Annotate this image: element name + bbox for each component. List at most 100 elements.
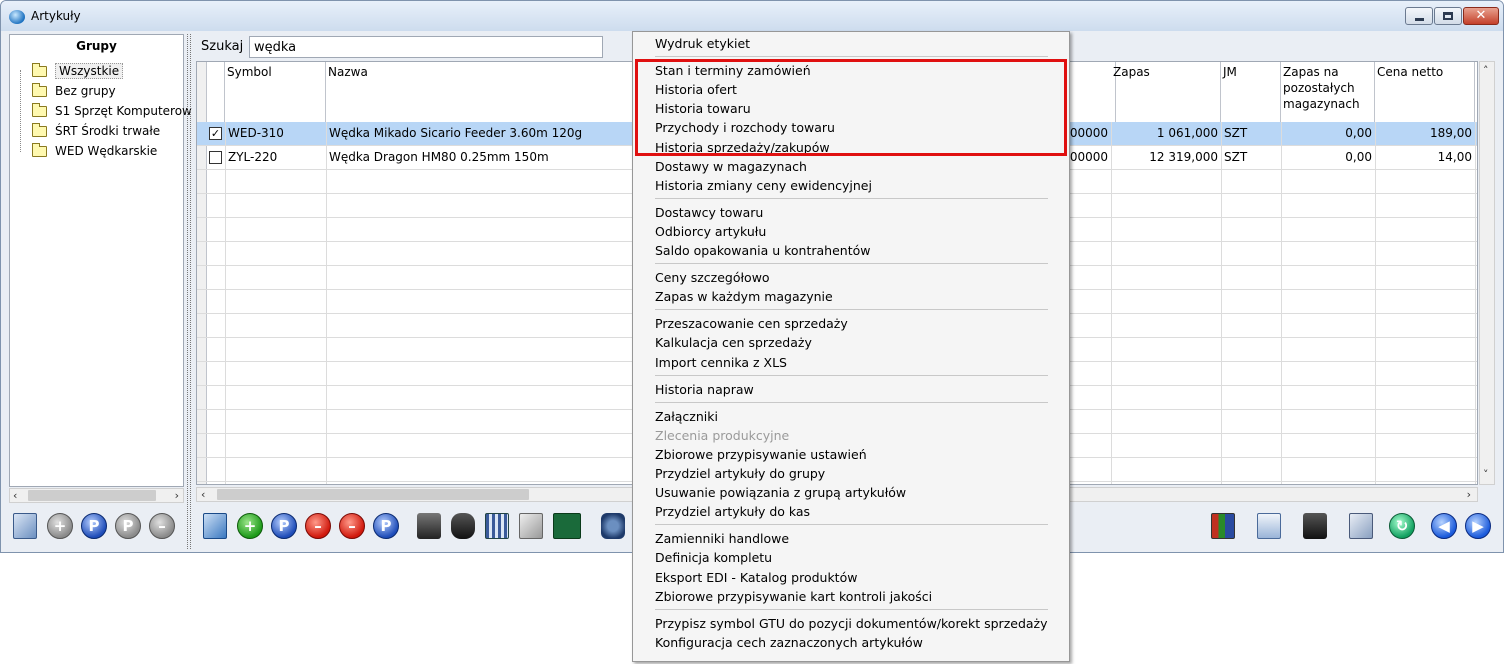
menu-item[interactable]: Dostawy w magazynach: [655, 157, 807, 176]
refresh-icon[interactable]: ↻: [1389, 513, 1415, 539]
scroll-right-icon[interactable]: ›: [1467, 488, 1471, 501]
menu-item[interactable]: Wydruk etykiet: [655, 34, 750, 53]
save-icon[interactable]: [1303, 513, 1327, 539]
next-icon[interactable]: ▶: [1465, 513, 1491, 539]
find-icon[interactable]: P: [81, 513, 107, 539]
menu-item[interactable]: Przypisz symbol GTU do pozycji dokumentó…: [655, 614, 1048, 633]
scroll-left-icon[interactable]: ‹: [13, 489, 17, 502]
scroll-up-icon[interactable]: ˄: [1483, 64, 1489, 77]
folder-icon: [32, 122, 47, 137]
menu-item[interactable]: Historia napraw: [655, 380, 754, 399]
refresh-list-icon[interactable]: [13, 513, 37, 539]
prev-icon[interactable]: ◀: [1431, 513, 1457, 539]
menu-separator: [655, 401, 1048, 403]
menu-item[interactable]: Import cennika z XLS: [655, 353, 787, 372]
add-icon[interactable]: +: [47, 513, 73, 539]
menu-item[interactable]: Dostawcy towaru: [655, 203, 763, 222]
copy-icon[interactable]: [1349, 513, 1373, 539]
menu-item[interactable]: Historia zmiany ceny ewidencyjnej: [655, 176, 872, 195]
chart-icon[interactable]: [1211, 513, 1235, 539]
folder-icon: [32, 82, 47, 97]
col-divider: [1221, 122, 1222, 484]
menu-item[interactable]: Stan i terminy zamówień: [655, 61, 811, 80]
col-divider: [1281, 122, 1282, 484]
filter-icon[interactable]: [519, 513, 543, 539]
menu-item[interactable]: Historia ofert: [655, 80, 737, 99]
right-toolbar: ↻ ◀ ▶: [1211, 508, 1499, 544]
row-checkbox[interactable]: ✓: [209, 127, 222, 140]
remove-icon[interactable]: –: [149, 513, 175, 539]
scroll-left-icon[interactable]: ‹: [201, 488, 205, 501]
menu-item[interactable]: Zamienniki handlowe: [655, 529, 789, 548]
col-header-jm[interactable]: JM: [1221, 62, 1281, 122]
find-icon[interactable]: P: [271, 513, 297, 539]
menu-item[interactable]: Odbiorcy artykułu: [655, 222, 766, 241]
group-item-s1[interactable]: S1 Sprzęt Komputerow: [32, 102, 192, 120]
menu-item[interactable]: Eksport EDI - Katalog produktów: [655, 568, 857, 587]
maximize-button[interactable]: [1434, 7, 1462, 25]
group-item-no-group[interactable]: Bez grupy: [32, 82, 116, 100]
network-icon[interactable]: [601, 513, 625, 539]
close-button[interactable]: ✕: [1463, 7, 1499, 25]
menu-item[interactable]: Historia towaru: [655, 99, 751, 118]
cell-cena: 14,00: [1437, 150, 1472, 164]
cell-cena: 189,00: [1430, 126, 1472, 140]
cell-zapas: 12 319,000: [1149, 150, 1218, 164]
menu-item[interactable]: Zbiorowe przypisywanie kart kontroli jak…: [655, 587, 932, 606]
group-item-srt[interactable]: ŚRT Środki trwałe: [32, 122, 160, 140]
menu-item[interactable]: Przychody i rozchody towaru: [655, 118, 835, 137]
group-item-wed[interactable]: WED Wędkarskie: [32, 142, 157, 160]
col-header-zapas[interactable]: Zapas: [1111, 62, 1221, 122]
scroll-down-icon[interactable]: ˅: [1483, 468, 1489, 481]
menu-item[interactable]: Saldo opakowania u kontrahentów: [655, 241, 871, 260]
print-icon[interactable]: [417, 513, 441, 539]
window-title: Artykuły: [31, 9, 81, 23]
group-label: Wszystkie: [55, 63, 124, 79]
parameters-icon[interactable]: P: [115, 513, 141, 539]
parameters-icon[interactable]: P: [373, 513, 399, 539]
document-icon[interactable]: [1257, 513, 1281, 539]
folder-icon: [32, 62, 47, 77]
group-label: ŚRT Środki trwałe: [55, 124, 161, 138]
menu-item[interactable]: Zapas w każdym magazynie: [655, 287, 833, 306]
add-icon[interactable]: +: [237, 513, 263, 539]
import-icon[interactable]: [203, 513, 227, 539]
scroll-thumb[interactable]: [217, 489, 529, 500]
groups-hscrollbar[interactable]: ‹ ›: [9, 488, 184, 503]
title-bar: Artykuły ✕: [1, 1, 1503, 31]
minimize-button[interactable]: [1405, 7, 1433, 25]
cell-jm: SZT: [1224, 150, 1248, 164]
scroll-right-icon[interactable]: ›: [175, 489, 179, 502]
menu-item[interactable]: Definicja kompletu: [655, 548, 772, 567]
delete-icon[interactable]: –: [305, 513, 331, 539]
menu-item[interactable]: Historia sprzedaży/zakupów: [655, 138, 830, 157]
search-input[interactable]: [249, 36, 603, 58]
grid-icon[interactable]: [485, 513, 509, 539]
row-checkbox[interactable]: [209, 151, 222, 164]
menu-item[interactable]: Ceny szczegółowo: [655, 268, 770, 287]
menu-item[interactable]: Przeszacowanie cen sprzedaży: [655, 314, 848, 333]
menu-item[interactable]: Przydziel artykuły do grupy: [655, 464, 825, 483]
menu-item[interactable]: Przydziel artykuły do kas: [655, 502, 810, 521]
menu-item[interactable]: Konfiguracja cech zaznaczonych artykułów: [655, 633, 923, 652]
group-item-all[interactable]: Wszystkie: [32, 62, 124, 80]
binoculars-icon[interactable]: [451, 513, 475, 539]
grid-vscrollbar[interactable]: ˄ ˅: [1479, 61, 1495, 485]
cell-nazwa: Wędka Dragon HM80 0.25mm 150m: [329, 150, 549, 164]
cell-zapas: 1 061,000: [1156, 126, 1218, 140]
menu-item[interactable]: Załączniki: [655, 407, 718, 426]
col-header-check[interactable]: [207, 62, 225, 122]
menu-item[interactable]: Kalkulacja cen sprzedaży: [655, 333, 812, 352]
panel-splitter[interactable]: [187, 34, 191, 549]
excel-icon[interactable]: [553, 513, 581, 539]
menu-separator: [655, 309, 1048, 311]
col-header-symbol[interactable]: Symbol: [225, 62, 326, 122]
delete-check-icon[interactable]: –: [339, 513, 365, 539]
col-header-cena-netto[interactable]: Cena netto: [1375, 62, 1475, 122]
menu-item[interactable]: Usuwanie powiązania z grupą artykułów: [655, 483, 906, 502]
col-divider: [1375, 122, 1376, 484]
scroll-thumb[interactable]: [28, 490, 156, 501]
menu-item[interactable]: Zbiorowe przypisywanie ustawień: [655, 445, 867, 464]
group-label: Bez grupy: [55, 84, 116, 98]
col-header-zapas-pozostalych[interactable]: Zapas na pozostałych magazynach: [1281, 62, 1375, 122]
